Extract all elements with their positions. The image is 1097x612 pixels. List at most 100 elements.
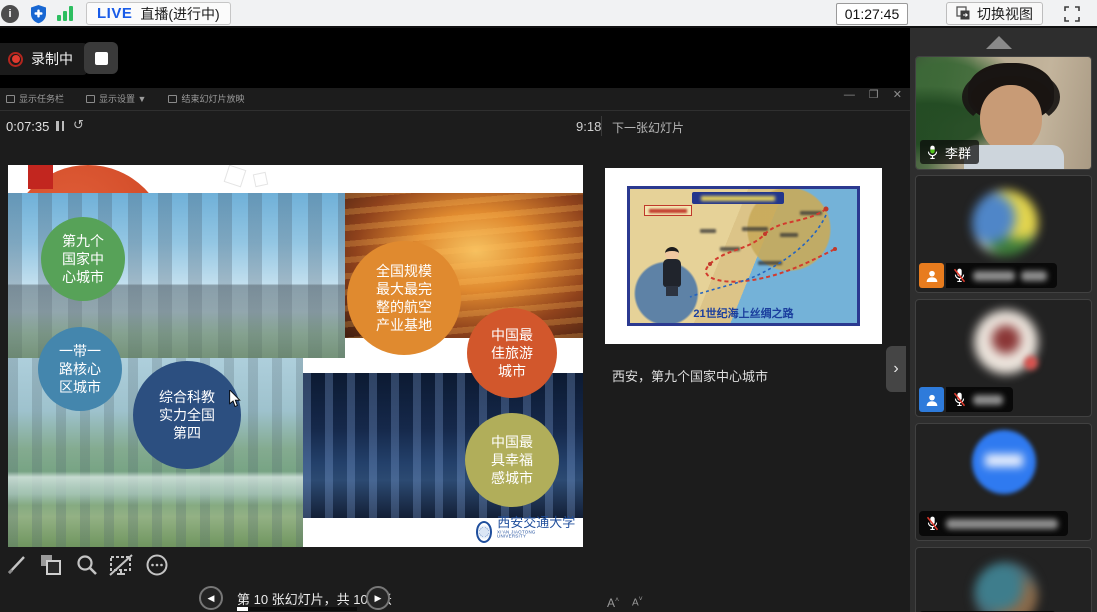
window-controls: — ❐ ✕ <box>844 88 902 101</box>
shield-extension-icon[interactable] <box>29 4 48 24</box>
end-show-icon <box>168 95 177 103</box>
minimize-button[interactable]: — <box>844 89 855 101</box>
taskbar-icon <box>6 95 15 103</box>
person-icon <box>924 268 940 284</box>
black-screen-button[interactable] <box>108 552 134 578</box>
slideshow-elapsed-time: 0:07:35 <box>6 119 49 134</box>
slide-bubble-belt-road: 一带一路核心区城市 <box>38 327 122 411</box>
university-name: 西安交通大学 <box>497 517 583 530</box>
mouse-cursor <box>228 390 242 408</box>
next-slide-button[interactable]: ▶ <box>366 586 390 610</box>
role-badge-orange <box>919 263 944 288</box>
speaker-notes: 西安，第九个国家中心城市 <box>612 366 768 385</box>
university-seal-icon <box>476 521 492 543</box>
notes-font-smaller-button[interactable]: A˅ <box>632 596 643 608</box>
mic-muted-icon <box>925 515 940 532</box>
role-badge-blue <box>919 387 944 412</box>
avatar <box>972 190 1038 256</box>
participant-tile[interactable] <box>915 299 1092 417</box>
display-settings-menu-item[interactable]: 显示设置 ▼ <box>86 92 146 105</box>
avatar <box>974 562 1038 612</box>
show-taskbar-menu-item[interactable]: 显示任务栏 <box>6 92 64 105</box>
pen-icon <box>6 554 28 576</box>
magnifier-icon <box>75 553 99 577</box>
pause-timer-button[interactable] <box>56 121 64 131</box>
participant-tile-liqun[interactable]: 李群 <box>915 56 1092 170</box>
signal-bars-icon[interactable] <box>57 6 73 21</box>
recording-label: 录制中 <box>31 49 73 69</box>
avatar <box>972 430 1036 494</box>
slide-bubble-national-center: 第九个国家中心城市 <box>41 217 125 301</box>
mic-muted-icon <box>952 267 967 284</box>
recording-dot-icon <box>8 52 23 67</box>
display-icon <box>86 95 95 103</box>
blurred-name <box>973 271 1015 281</box>
screen-slash-icon <box>108 553 134 577</box>
participant-name: 李群 <box>945 143 971 162</box>
presenter-view-window: — ❐ ✕ 显示任务栏 显示设置 ▼ 结束幻灯片放映 0:07:35 ↺ 9:1… <box>0 88 910 612</box>
participant-name-bar <box>946 263 1057 288</box>
fullscreen-icon[interactable] <box>1063 5 1081 23</box>
previous-slide-button[interactable]: ◀ <box>199 586 223 610</box>
participant-tile[interactable] <box>915 423 1092 541</box>
scroll-up-arrow-icon[interactable] <box>986 36 1012 49</box>
live-status-text: 直播(进行中) <box>140 4 219 24</box>
info-icon[interactable]: i <box>1 5 19 23</box>
slide-red-square-decor <box>28 165 53 189</box>
participant-name-bar <box>919 511 1068 536</box>
end-slideshow-menu-item[interactable]: 结束幻灯片放映 <box>168 92 244 105</box>
cartoon-presenter-figure <box>660 247 686 299</box>
see-all-slides-button[interactable] <box>38 552 64 578</box>
switch-view-icon <box>956 6 971 21</box>
pen-tool-button[interactable] <box>4 552 30 578</box>
person-icon <box>924 392 940 408</box>
close-button[interactable]: ✕ <box>893 88 902 101</box>
session-timer: 01:27:45 <box>836 3 908 25</box>
toolbar-divider <box>0 110 910 111</box>
expand-panel-chevron[interactable]: › <box>886 346 906 392</box>
blurred-name <box>1021 271 1047 281</box>
live-badge: LIVE <box>97 5 132 22</box>
slide-bubble-science-education: 综合科教实力全国第四 <box>133 361 241 469</box>
shared-screen-area: 录制中 — ❐ ✕ 显示任务栏 显示设置 ▼ 结束幻灯片放映 0:07:35 ↺… <box>0 28 910 612</box>
slide-bubble-tourism-city: 中国最佳旅游城市 <box>467 308 557 398</box>
more-options-button[interactable] <box>144 552 170 578</box>
restart-timer-button[interactable]: ↺ <box>73 117 84 133</box>
ellipsis-icon <box>145 553 169 577</box>
participants-panel: 李群 <box>910 28 1097 612</box>
blurred-name <box>973 395 1003 405</box>
browser-toolbar: i LIVE 直播(进行中) 01:27:45 切换视图 <box>0 0 1097 28</box>
slide-decor-square <box>253 172 268 187</box>
recording-indicator: 录制中 <box>0 43 87 75</box>
column-divider <box>601 116 602 136</box>
participant-tile[interactable] <box>915 175 1092 293</box>
next-slide-preview[interactable]: 21世纪海上丝绸之路 <box>605 168 882 344</box>
university-name-en: XI'AN JIAOTONG UNIVERSITY <box>497 530 544 539</box>
switch-view-label: 切换视图 <box>977 4 1033 24</box>
current-slide[interactable]: 第九个国家中心城市 一带一路核心区城市 综合科教实力全国第四 全国规模最大最完整… <box>8 165 583 547</box>
participant-name-bar <box>946 387 1013 412</box>
stop-recording-button[interactable] <box>84 42 118 74</box>
avatar-accent <box>1024 356 1038 370</box>
clock-time: 9:18 <box>576 119 601 134</box>
slide-bubble-aviation-base: 全国规模最大最完整的航空产业基地 <box>347 241 461 355</box>
next-slide-map-image: 21世纪海上丝绸之路 <box>627 186 860 326</box>
mic-muted-icon <box>952 391 967 408</box>
slideshow-progress-bar <box>237 607 357 611</box>
presenter-toolbar: 显示任务栏 显示设置 ▼ 结束幻灯片放映 <box>6 92 244 105</box>
restore-button[interactable]: ❐ <box>869 88 879 101</box>
university-logo: 西安交通大学 XI'AN JIAOTONG UNIVERSITY <box>476 517 583 546</box>
slide-progress-fill <box>237 607 248 611</box>
slide-decor-square <box>224 165 247 187</box>
next-slide-label: 下一张幻灯片 <box>612 119 684 136</box>
stop-icon <box>95 52 108 65</box>
live-status-box: LIVE 直播(进行中) <box>86 2 231 25</box>
notes-font-larger-button[interactable]: A˄ <box>607 596 619 610</box>
mic-active-icon <box>925 144 940 161</box>
participant-name-bar: 李群 <box>920 140 979 164</box>
slides-grid-icon <box>39 553 63 577</box>
blurred-name <box>946 519 1058 529</box>
participant-tile[interactable] <box>915 547 1092 612</box>
zoom-tool-button[interactable] <box>74 552 100 578</box>
switch-view-button[interactable]: 切换视图 <box>946 2 1043 25</box>
